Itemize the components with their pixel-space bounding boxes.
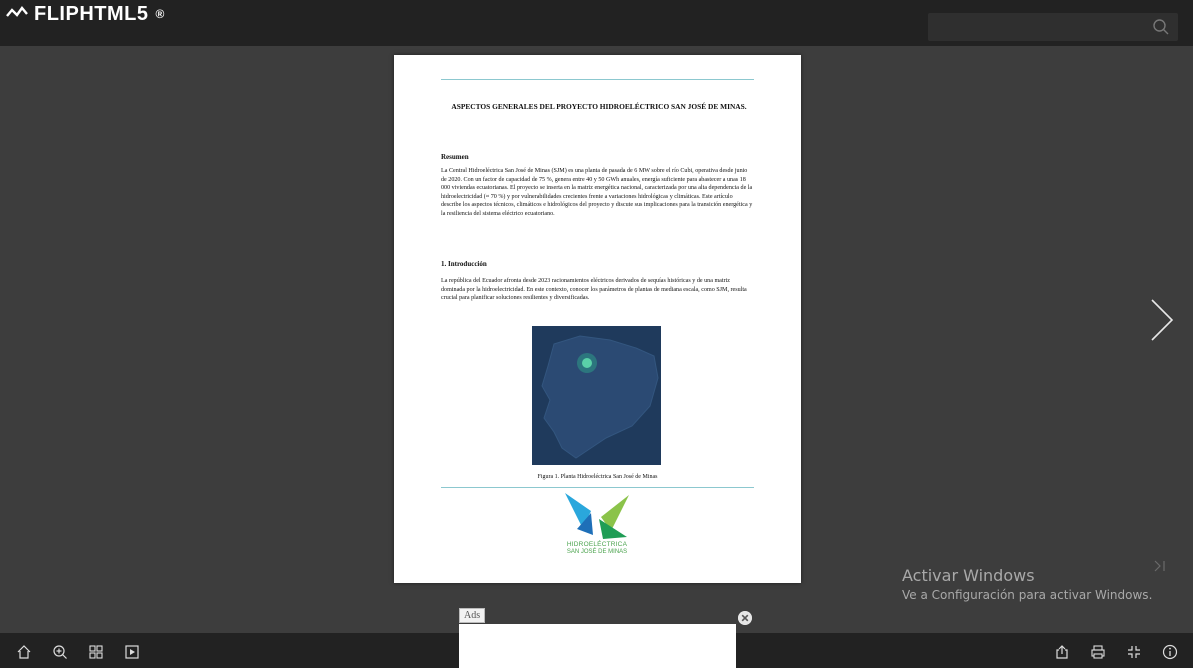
exit-fullscreen-icon[interactable] [1126,644,1142,660]
watermark-subtitle: Ve a Configuración para activar Windows. [902,588,1153,602]
page-footer-rule [441,487,754,488]
logo-text-line2: SAN JOSÉ DE MINAS [566,549,628,555]
ecuador-map-figure [532,326,661,465]
top-bar: FLIPHTML5 ® [0,0,1193,46]
page-header-rule [441,79,754,80]
figure-caption: Figura 1. Planta Hidroeléctrica San José… [537,474,658,480]
autoplay-icon[interactable] [124,644,140,660]
resumen-text: La Central Hidroeléctrica San José de Mi… [441,168,753,217]
watermark-title: Activar Windows [902,566,1035,585]
ads-banner[interactable] [459,624,736,668]
ads-label: Ads [459,608,486,623]
resumen-heading: Resumen [441,153,469,161]
ads-close-icon[interactable] [738,611,752,625]
introduction-text: La república del Ecuador afronta desde 2… [441,278,747,302]
print-icon[interactable] [1090,644,1106,660]
home-icon[interactable] [16,644,32,660]
search-box[interactable] [928,13,1178,41]
search-icon[interactable] [1152,18,1170,36]
brand-registered-mark: ® [155,7,165,21]
logo-text-line1: HIDROELÉCTRICA [566,541,628,548]
next-page-chevron-icon[interactable] [1146,297,1176,343]
introduction-heading: 1. Introducción [441,260,487,268]
info-icon[interactable] [1162,644,1178,660]
windows-activation-watermark: Activar Windows Ve a Configuración para … [902,566,1152,602]
brand-name: FLIPHTML5 [34,2,149,25]
thumbnails-icon[interactable] [88,644,104,660]
document-page[interactable]: ASPECTOS GENERALES DEL PROYECTO HIDROELÉ… [394,55,801,583]
document-title: ASPECTOS GENERALES DEL PROYECTO HIDROELÉ… [451,102,747,111]
share-icon[interactable] [1054,644,1070,660]
ecuador-map-icon [541,335,659,459]
brand-logo[interactable]: FLIPHTML5 ® [6,0,165,28]
last-page-icon[interactable] [1152,558,1168,574]
fliphtml5-logo-icon [6,6,28,17]
zoom-in-icon[interactable] [52,644,68,660]
